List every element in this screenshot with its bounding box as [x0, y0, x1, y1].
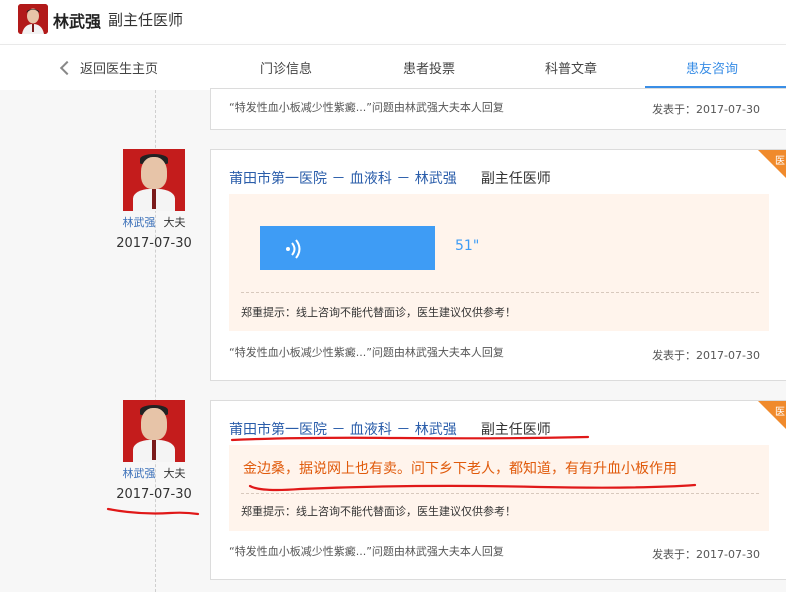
posted-date: 发表于：2017-07-30 — [652, 349, 760, 362]
reply-date: 2017-07-30 — [116, 487, 192, 502]
doctor-avatar[interactable] — [18, 4, 48, 34]
doctor-badge: 医 — [758, 401, 786, 429]
posted-date: 发表于：2017-07-30 — [652, 103, 760, 116]
disclaimer-text: 郑重提示：线上咨询不能代替面诊，医生建议仅供参考！ — [241, 505, 516, 518]
reply-bubble: 金边桑，据说网上也有卖。问下乡下老人，都知道，有有升血小板作用 郑重提示：线上咨… — [229, 445, 769, 531]
doctor-avatar-image — [18, 4, 48, 34]
voice-message-button[interactable] — [260, 226, 435, 270]
reply-card: 医 莆田市第一医院 － 血液科 － 林武强 副主任医师 金边桑，据说网上也有卖。问… — [210, 400, 786, 580]
doctor-name: 林武强 — [53, 12, 102, 31]
divider — [241, 292, 759, 293]
doctor-link[interactable]: 林武强 — [123, 467, 156, 480]
hospital-link[interactable]: 莆田市第一医院 － 血液科 － 林武强 — [229, 171, 457, 187]
reply-bubble: 51" 郑重提示：线上咨询不能代替面诊，医生建议仅供参考！ — [229, 194, 769, 331]
reply-author: 林武强 大夫 2017-07-30 — [114, 400, 194, 502]
tab-clinic-info[interactable]: 门诊信息 — [260, 58, 312, 77]
doctor-title: 副主任医师 — [108, 11, 184, 29]
sound-wave-icon — [286, 239, 301, 259]
doctor-rank: 副主任医师 — [480, 171, 551, 187]
reply-message: 金边桑，据说网上也有卖。问下乡下老人，都知道，有有升血小板作用 — [243, 461, 677, 477]
topic-link[interactable]: “特发性血小板减少性紫癜...”问题由林武强大夫本人回复 — [229, 99, 504, 115]
disclaimer-text: 郑重提示：线上咨询不能代替面诊，医生建议仅供参考！ — [241, 306, 516, 319]
posted-date: 发表于：2017-07-30 — [652, 548, 760, 561]
doctor-link[interactable]: 林武强 — [123, 216, 156, 229]
chevron-left-icon — [59, 60, 75, 76]
doctor-rank: 副主任医师 — [480, 422, 551, 438]
back-to-doctor-home-link[interactable]: 返回医生主页 — [59, 58, 159, 77]
doctor-header: 林武强 副主任医师 — [0, 0, 786, 44]
divider — [241, 493, 759, 494]
tab-articles[interactable]: 科普文章 — [545, 58, 597, 77]
back-label: 返回医生主页 — [80, 62, 159, 77]
doctor-role: 大夫 — [163, 216, 186, 229]
reply-card: 医 莆田市第一医院 － 血液科 － 林武强 副主任医师 51" 郑重提示：线上咨询… — [210, 149, 786, 381]
nav-bar: 返回医生主页 门诊信息 患者投票 科普文章 患友咨询 — [0, 44, 786, 90]
tab-patient-votes[interactable]: 患者投票 — [403, 58, 455, 77]
tab-patient-consult[interactable]: 患友咨询 — [686, 58, 738, 77]
hospital-link[interactable]: 莆田市第一医院 － 血液科 － 林武强 — [229, 422, 457, 438]
doctor-badge: 医 — [758, 150, 786, 178]
topic-link[interactable]: “特发性血小板减少性紫癜...”问题由林武强大夫本人回复 — [229, 543, 504, 559]
doctor-role: 大夫 — [163, 467, 186, 480]
consult-timeline: “特发性血小板减少性紫癜...”问题由林武强大夫本人回复 发表于：2017-07… — [0, 88, 786, 592]
reply-author: 林武强 大夫 2017-07-30 — [114, 149, 194, 251]
voice-duration: 51" — [455, 238, 480, 254]
topic-link[interactable]: “特发性血小板减少性紫癜...”问题由林武强大夫本人回复 — [229, 344, 504, 360]
doctor-photo[interactable] — [123, 400, 185, 462]
doctor-photo[interactable] — [123, 149, 185, 211]
reply-card-partial: “特发性血小板减少性紫癜...”问题由林武强大夫本人回复 发表于：2017-07… — [210, 88, 786, 130]
reply-date: 2017-07-30 — [116, 236, 192, 251]
